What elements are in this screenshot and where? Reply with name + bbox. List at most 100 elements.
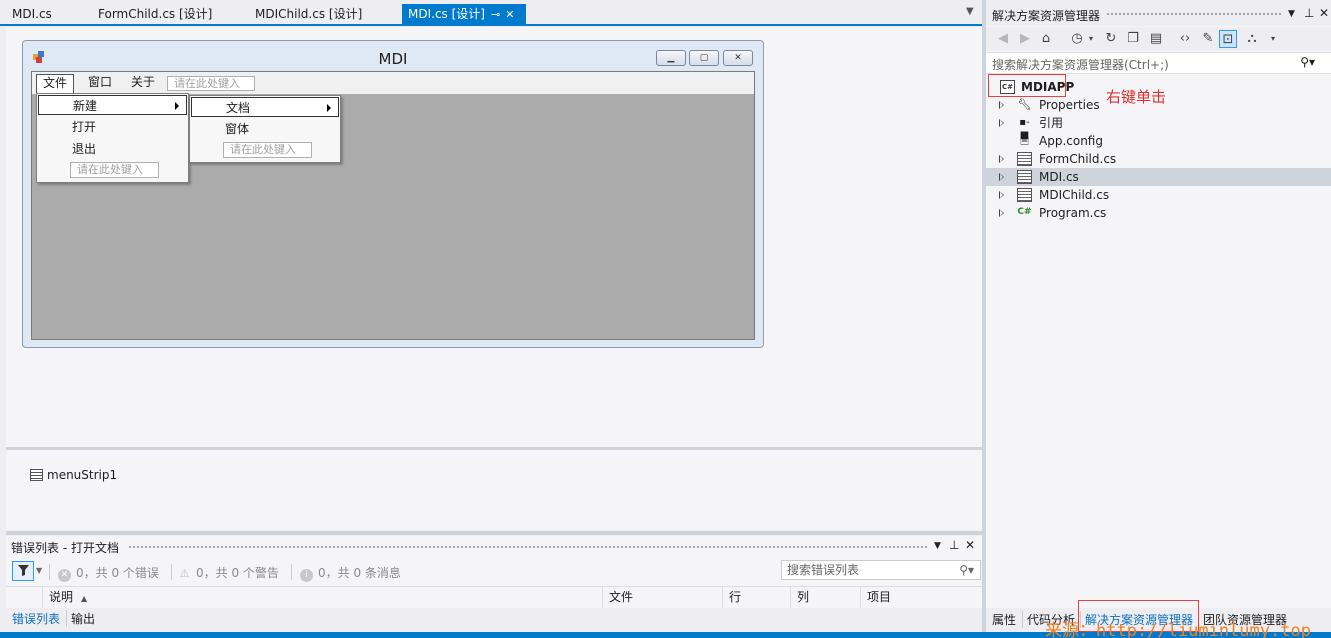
filter-icon[interactable] <box>12 561 34 581</box>
errors-filter[interactable]: ✕ 0，共 0 个错误 <box>58 564 159 582</box>
menu-item-document[interactable]: 文档 <box>191 97 339 117</box>
tree-node-label: FormChild.cs <box>1039 152 1117 166</box>
column-header-file[interactable]: 文件 <box>602 587 722 609</box>
tree-node-program[interactable]: C# Program.cs <box>986 204 1331 222</box>
tab-error-list[interactable]: 错误列表 <box>8 610 64 627</box>
wrench-icon: 🔧︎ <box>1017 98 1032 111</box>
menu-item-exit[interactable]: 退出 <box>72 139 96 159</box>
expand-icon[interactable] <box>999 191 1004 199</box>
menustrip: 文件 窗口 关于 请在此处键入 <box>32 72 754 94</box>
mdi-form-window[interactable]: MDI ▁ ▢ ✕ 文件 窗口 关于 请在此处键入 <box>22 40 764 348</box>
tab-mdi-design[interactable]: MDI.cs [设计] ⊸ ✕ <box>402 4 526 24</box>
solution-explorer-title: 解决方案资源管理器 <box>992 9 1101 23</box>
divider <box>171 564 172 580</box>
minimize-icon[interactable]: ▁ <box>656 50 686 66</box>
column-header-column[interactable]: 列 <box>790 587 860 609</box>
class-diagram-icon[interactable]: ⛬ <box>1243 30 1261 48</box>
search-icon[interactable]: ⚲▾ <box>959 561 974 579</box>
divider <box>49 564 50 580</box>
properties-icon[interactable]: ✎ <box>1199 30 1217 48</box>
menu-type-here[interactable]: 请在此处键入 <box>167 76 255 91</box>
home-icon[interactable]: ⌂ <box>1037 30 1055 48</box>
menu-file[interactable]: 文件 <box>36 74 75 93</box>
expand-icon[interactable] <box>999 101 1004 109</box>
divider <box>291 564 292 580</box>
search-placeholder: 搜索解决方案资源管理器(Ctrl+;) <box>992 58 1169 72</box>
forward-icon[interactable]: ▶ <box>1016 30 1034 48</box>
dropdown-icon[interactable]: ▼ <box>1288 9 1295 19</box>
tray-component-label: menuStrip1 <box>47 468 118 482</box>
expand-icon[interactable] <box>999 209 1004 217</box>
tab-mdichild-design[interactable]: MDIChild.cs [设计] <box>249 4 368 24</box>
expand-icon[interactable] <box>999 119 1004 127</box>
solution-explorer: 解决方案资源管理器 ▼ ⊥ ✕ ◀ ▶ ⌂ ◷ ▾ ↻ ❐ ▤ ‹› ✎ ⊡ ⛬… <box>986 0 1331 608</box>
pin-icon[interactable]: ⊸ <box>491 5 500 25</box>
back-icon[interactable]: ◀ <box>994 30 1012 48</box>
menu-type-here[interactable]: 请在此处键入 <box>70 162 159 178</box>
menu-type-here[interactable]: 请在此处键入 <box>223 142 312 158</box>
tree-node-label: MDIChild.cs <box>1039 188 1110 202</box>
solution-search-input[interactable]: 搜索解决方案资源管理器(Ctrl+;) ⚲▾ <box>986 52 1331 74</box>
component-tray: menuStrip1 <box>6 450 982 530</box>
dropdown-icon[interactable]: ▾ <box>1264 30 1282 48</box>
tab-output[interactable]: 输出 <box>66 610 99 627</box>
column-header-project[interactable]: 项目 <box>860 587 982 609</box>
tab-list-dropdown-icon[interactable]: ▼ <box>966 6 974 17</box>
menustrip-icon <box>30 469 43 481</box>
panel-splitter[interactable] <box>6 531 982 535</box>
preview-icon[interactable]: ⊡ <box>1219 30 1237 48</box>
highlight-box <box>988 74 1066 97</box>
error-list-title: 错误列表 - 打开文档 <box>11 541 119 555</box>
errors-count: 0，共 0 个错误 <box>76 566 159 580</box>
config-icon: 🗎︎ <box>1020 134 1029 147</box>
tab-label: MDIChild.cs [设计] <box>255 7 363 21</box>
expand-icon[interactable] <box>999 173 1004 181</box>
references-icon: ▪-■ <box>1019 117 1030 141</box>
menu-about[interactable]: 关于 <box>125 74 161 93</box>
close-icon[interactable]: ✕ <box>1319 6 1329 20</box>
pin-icon[interactable]: ⊥ <box>1304 6 1314 20</box>
menu-item-new[interactable]: 新建 <box>38 95 187 115</box>
tree-node-references[interactable]: ▪-■ 引用 <box>986 114 1331 141</box>
menu-item-open[interactable]: 打开 <box>72 117 96 137</box>
search-icon[interactable]: ⚲▾ <box>1300 55 1315 69</box>
refresh-icon[interactable]: ↻ <box>1102 30 1120 48</box>
form-file-icon <box>1017 152 1032 166</box>
menu-item-form[interactable]: 窗体 <box>225 119 249 139</box>
tab-label: MDI.cs <box>12 7 52 21</box>
dropdown-icon[interactable]: ▼ <box>934 541 941 551</box>
pin-icon[interactable]: ⊥ <box>949 538 959 552</box>
solution-explorer-toolbar: ◀ ▶ ⌂ ◷ ▾ ↻ ❐ ▤ ‹› ✎ ⊡ ⛬ ▾ <box>986 27 1331 51</box>
tree-node-app-config[interactable]: 🗎︎ App.config <box>986 132 1331 150</box>
tree-node-mdichild[interactable]: MDIChild.cs <box>986 186 1331 204</box>
filter-dropdown-icon[interactable]: ▼ <box>36 566 42 575</box>
tab-mdi-cs[interactable]: MDI.cs <box>6 4 58 24</box>
solution-explorer-titlebar: 解决方案资源管理器 ▼ ⊥ ✕ <box>986 0 1331 26</box>
close-icon[interactable]: ✕ <box>505 5 514 25</box>
close-icon[interactable]: ✕ <box>965 538 975 552</box>
maximize-icon[interactable]: ▢ <box>689 50 719 66</box>
tree-node-formchild[interactable]: FormChild.cs <box>986 150 1331 168</box>
tab-label: FormChild.cs [设计] <box>98 7 213 21</box>
sort-ascending-icon: ▲ <box>81 594 88 603</box>
messages-filter[interactable]: i 0，共 0 条消息 <box>300 564 401 582</box>
column-header-description[interactable]: 说明 ▲ <box>42 587 602 609</box>
error-list-header: 说明 ▲ 文件 行 列 项目 <box>6 586 982 609</box>
tree-node-mdi[interactable]: MDI.cs <box>986 168 1331 186</box>
file-dropdown: 新建 打开 退出 请在此处键入 <box>36 93 189 183</box>
close-window-icon[interactable]: ✕ <box>723 50 753 66</box>
info-icon: i <box>300 569 313 582</box>
tab-formchild-design[interactable]: FormChild.cs [设计] <box>92 4 218 24</box>
show-all-files-icon[interactable]: ▤ <box>1147 30 1165 48</box>
dropdown-icon[interactable]: ▾ <box>1082 30 1100 48</box>
collapse-all-icon[interactable]: ❐ <box>1124 30 1142 48</box>
menu-window[interactable]: 窗口 <box>82 74 118 93</box>
view-code-icon[interactable]: ‹› <box>1176 30 1194 48</box>
warnings-filter[interactable]: ⚠ 0，共 0 个警告 <box>178 564 279 581</box>
column-header-blank[interactable] <box>6 587 42 609</box>
tray-component-menustrip[interactable]: menuStrip1 <box>30 468 117 482</box>
column-header-line[interactable]: 行 <box>722 587 790 609</box>
expand-icon[interactable] <box>999 155 1004 163</box>
tab-properties[interactable]: 属性 <box>988 611 1020 628</box>
error-search-input[interactable]: 搜索错误列表 ⚲▾ <box>781 560 981 580</box>
